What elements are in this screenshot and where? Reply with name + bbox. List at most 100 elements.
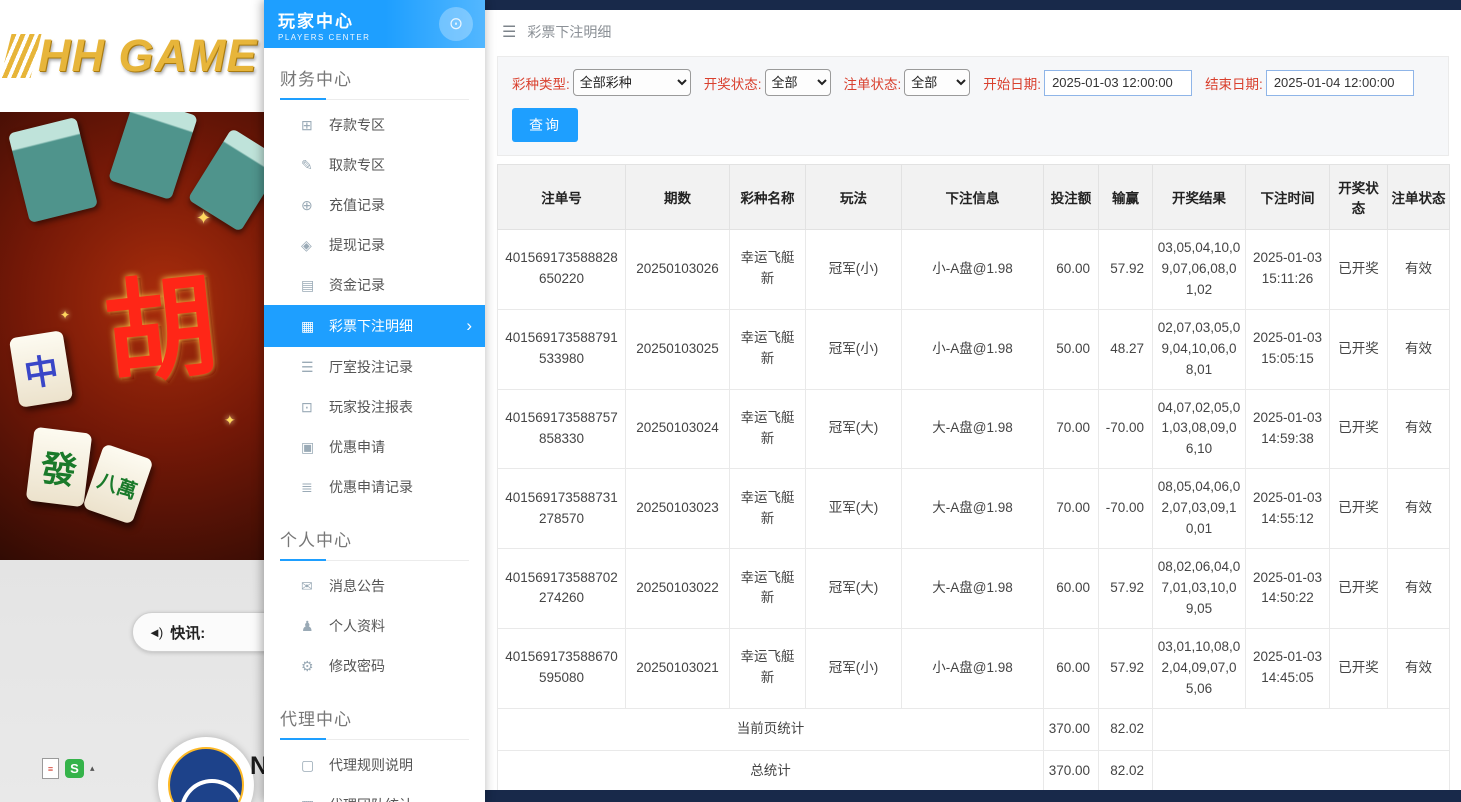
table-cell: -70.00 — [1099, 389, 1153, 469]
recharge-records-icon: ⊕ — [301, 197, 329, 214]
table-cell: 401569173588828650220 — [498, 230, 626, 310]
table-cell: 401569173588670595080 — [498, 628, 626, 708]
table-cell: 有效 — [1388, 628, 1450, 708]
table-cell: 幸运飞艇新 — [730, 309, 806, 389]
sidebar-item-withdraw-records[interactable]: ◈提现记录 — [264, 225, 485, 265]
sidebar-item-label: 代理团队统计 — [329, 795, 413, 802]
page-header: ☰ 彩票下注明细 — [485, 10, 1461, 54]
draw-status-label: 开奖状态: — [704, 73, 762, 93]
sidebar-item-label: 修改密码 — [329, 656, 385, 676]
sidebar-item-label: 彩票下注明细 — [329, 316, 413, 336]
sidebar-item-label: 玩家投注报表 — [329, 397, 413, 417]
sidebar-item-promo-apply[interactable]: ▣优惠申请 — [264, 427, 485, 467]
column-header: 下注时间 — [1246, 165, 1330, 230]
bell-icon: ✉ — [301, 578, 329, 595]
table-cell: 幸运飞艇新 — [730, 628, 806, 708]
table-cell: 03,01,10,08,02,04,09,07,05,06 — [1153, 628, 1246, 708]
table-cell: 已开奖 — [1330, 628, 1388, 708]
sidebar-item-deposit[interactable]: ⊞存款专区 — [264, 105, 485, 145]
promo-banner-image: 中 發 八萬 胡 ✦ ✦ ✦ — [0, 112, 264, 560]
sidebar-item-announcements[interactable]: ✉消息公告 — [264, 566, 485, 606]
table-cell: 20250103022 — [626, 549, 730, 629]
mahjong-tile-bawan: 八萬 — [82, 443, 153, 524]
main-content: ☰ 彩票下注明细 彩种类型: 全部彩种 开奖状态: 全部 注单状态: 全部 开始… — [485, 0, 1461, 802]
search-button[interactable]: 查询 — [512, 108, 578, 142]
table-cell: 幸运飞艇新 — [730, 389, 806, 469]
column-header: 注单号 — [498, 165, 626, 230]
order-status-select[interactable]: 全部 — [904, 69, 970, 96]
table-cell: 57.92 — [1099, 549, 1153, 629]
column-header: 下注信息 — [902, 165, 1044, 230]
end-date-input[interactable] — [1266, 70, 1414, 96]
promo-apply-icon: ▣ — [301, 439, 329, 456]
team-stats-icon: ▦ — [301, 797, 329, 802]
chevron-right-icon: › — [466, 316, 472, 336]
table-cell: 亚军(大) — [806, 469, 902, 549]
sidebar-item-label: 存款专区 — [329, 115, 385, 135]
table-cell: 2025-01-03 15:05:15 — [1246, 309, 1330, 389]
draw-status-select[interactable]: 全部 — [765, 69, 831, 96]
table-cell: 50.00 — [1044, 309, 1099, 389]
table-cell: 401569173588757858330 — [498, 389, 626, 469]
table-cell: 已开奖 — [1330, 230, 1388, 310]
table-cell: 2025-01-03 14:59:38 — [1246, 389, 1330, 469]
sidebar-item-fund-records[interactable]: ▤资金记录 — [264, 265, 485, 305]
sparkle-icon: ✦ — [60, 308, 70, 322]
mahjong-tile-back — [108, 112, 198, 200]
table-cell: 冠军(大) — [806, 549, 902, 629]
sidebar-item-promo-apply-records[interactable]: ≣优惠申请记录 — [264, 467, 485, 507]
lottery-type-select[interactable]: 全部彩种 — [573, 69, 691, 96]
sidebar-item-withdraw[interactable]: ✎取款专区 — [264, 145, 485, 185]
sidebar-item-label: 提现记录 — [329, 235, 385, 255]
table-row: 40156917358867059508020250103021幸运飞艇新冠军(… — [498, 628, 1450, 708]
ime-icon: S — [65, 759, 84, 778]
sidebar-item-label: 厅室投注记录 — [329, 357, 413, 377]
table-row: 40156917358875785833020250103024幸运飞艇新冠军(… — [498, 389, 1450, 469]
sidebar-item-lottery-bet-details[interactable]: ▦彩票下注明细› — [264, 305, 485, 347]
table-cell: 2025-01-03 15:11:26 — [1246, 230, 1330, 310]
bet-table-wrap: 注单号期数彩种名称玩法下注信息投注额输赢开奖结果下注时间开奖状态注单状态 401… — [497, 164, 1449, 792]
sidebar-item-label: 充值记录 — [329, 195, 385, 215]
table-cell: 有效 — [1388, 469, 1450, 549]
sidebar-item-label: 取款专区 — [329, 155, 385, 175]
table-cell: 幸运飞艇新 — [730, 469, 806, 549]
sidebar-item-change-password[interactable]: ⚙修改密码 — [264, 646, 485, 686]
sidebar-section-title: 财务中心 — [280, 65, 469, 100]
table-cell: 2025-01-03 14:45:05 — [1246, 628, 1330, 708]
team-text: NE — [250, 752, 264, 781]
table-row: 40156917358870227426020250103022幸运飞艇新冠军(… — [498, 549, 1450, 629]
order-status-label: 注单状态: — [844, 73, 902, 93]
bet-table: 注单号期数彩种名称玩法下注信息投注额输赢开奖结果下注时间开奖状态注单状态 401… — [497, 164, 1450, 792]
page-title: 彩票下注明细 — [527, 22, 611, 42]
hero-hu-character: 胡 — [96, 235, 224, 408]
stats-empty-cell — [1153, 708, 1450, 750]
table-cell: 70.00 — [1044, 389, 1099, 469]
mahjong-tile-zhong: 中 — [9, 330, 73, 408]
sidebar-item-profile[interactable]: ♟个人资料 — [264, 606, 485, 646]
sidebar-item-agent-team-stats[interactable]: ▦代理团队统计 — [264, 785, 485, 802]
table-cell: 大-A盘@1.98 — [902, 469, 1044, 549]
news-ticker-label: 快讯: — [170, 622, 205, 643]
table-cell: 20250103026 — [626, 230, 730, 310]
table-row: 40156917358882865022020250103026幸运飞艇新冠军(… — [498, 230, 1450, 310]
stats-bet-total: 370.00 — [1044, 708, 1099, 750]
sidebar-item-agent-rules[interactable]: ▢代理规则说明 — [264, 745, 485, 785]
sidebar-item-recharge-records[interactable]: ⊕充值记录 — [264, 185, 485, 225]
filter-panel: 彩种类型: 全部彩种 开奖状态: 全部 注单状态: 全部 开始日期: 结束日期:… — [497, 56, 1449, 156]
sidebar-section-items: ✉消息公告♟个人资料⚙修改密码 — [264, 561, 485, 688]
table-cell: 幸运飞艇新 — [730, 230, 806, 310]
sidebar-item-hall-bet-records[interactable]: ☰厅室投注记录 — [264, 347, 485, 387]
start-date-input[interactable] — [1044, 70, 1192, 96]
team-logo-badge — [158, 737, 254, 802]
team-logo-icon — [168, 747, 244, 802]
stats-label: 总统计 — [498, 750, 1044, 792]
mahjong-tile-back — [8, 117, 98, 223]
deposit-icon: ⊞ — [301, 117, 329, 134]
sidebar-item-player-bet-report[interactable]: ⊡玩家投注报表 — [264, 387, 485, 427]
table-cell: 20250103025 — [626, 309, 730, 389]
news-ticker: ◄) 快讯: — [132, 612, 264, 652]
speaker-icon: ◄) — [148, 625, 161, 640]
table-cell: 已开奖 — [1330, 309, 1388, 389]
table-cell: 57.92 — [1099, 628, 1153, 708]
menu-toggle-icon[interactable]: ☰ — [502, 22, 516, 42]
